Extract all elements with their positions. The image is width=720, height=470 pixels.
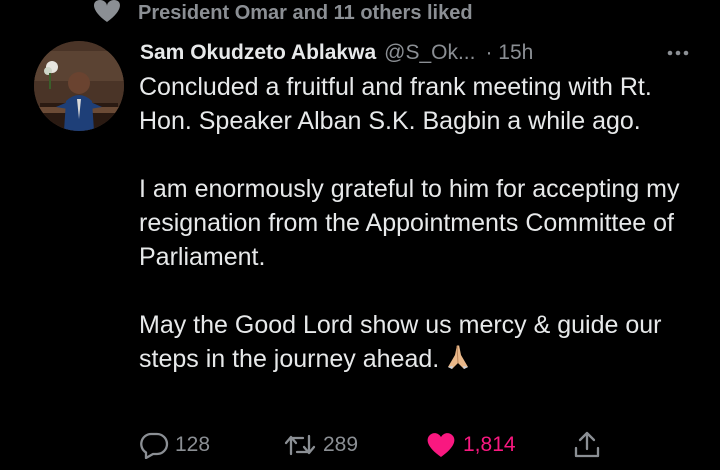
avatar-image	[34, 41, 124, 131]
avatar[interactable]	[34, 41, 124, 131]
tweet-paragraph: I am enormously grateful to him for acce…	[139, 175, 680, 271]
like-button[interactable]: 1,814	[425, 425, 516, 465]
pray-emoji	[448, 345, 469, 369]
share-button[interactable]	[572, 425, 602, 465]
retweet-button[interactable]: 289	[283, 425, 358, 465]
timestamp[interactable]: · 15h	[485, 41, 533, 65]
social-context-text[interactable]: President Omar and 11 others liked	[138, 2, 473, 25]
tweet-actions: 128 289 1,814	[139, 425, 609, 465]
share-icon	[574, 431, 600, 458]
reply-button[interactable]: 128	[139, 425, 210, 465]
like-icon	[427, 433, 455, 457]
tweet-paragraph: May the Good Lord show us mercy & guide …	[139, 308, 709, 376]
retweet-icon	[284, 434, 316, 456]
tweet-paragraph: Concluded a fruitful and frank meeting w…	[139, 73, 652, 135]
reply-icon	[140, 432, 169, 459]
handle[interactable]: @S_Ok...	[384, 41, 475, 65]
more-icon[interactable]	[667, 49, 689, 57]
reply-count: 128	[175, 433, 211, 456]
tweet-paragraph-text: May the Good Lord show us mercy & guide …	[139, 311, 662, 373]
retweet-count: 289	[323, 433, 359, 456]
tweet-header: Sam Okudzeto Ablakwa @S_Ok... · 15h	[140, 36, 700, 70]
display-name[interactable]: Sam Okudzeto Ablakwa	[140, 41, 376, 65]
like-count: 1,814	[463, 433, 516, 456]
tweet-text: Concluded a fruitful and frank meeting w…	[139, 70, 709, 376]
